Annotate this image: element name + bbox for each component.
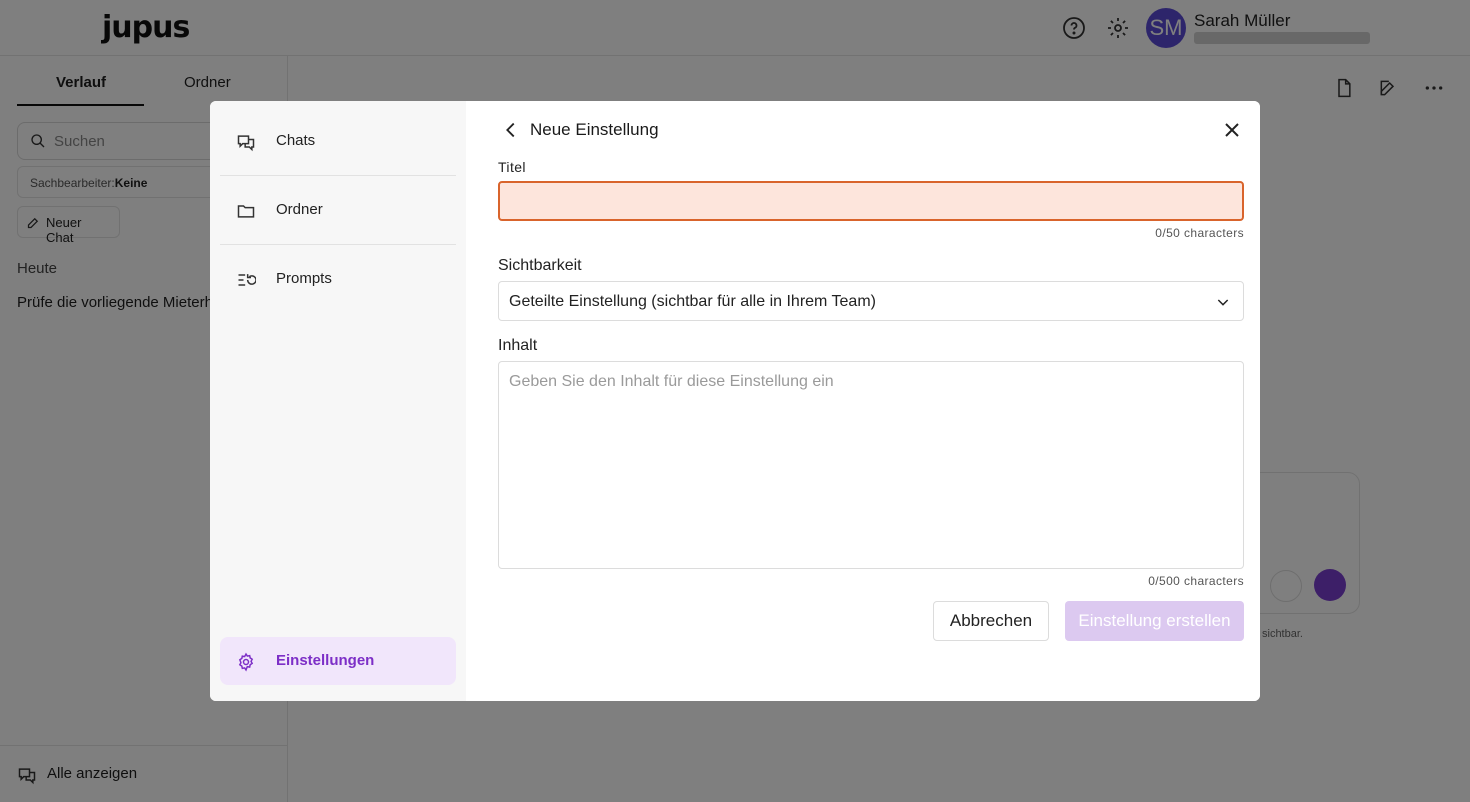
nav-label: Chats: [276, 132, 316, 149]
modal-content: Neue Einstellung Titel 0/50 characters S…: [466, 101, 1260, 701]
title-label: Titel: [498, 159, 526, 175]
modal-title: Neue Einstellung: [530, 120, 659, 139]
settings-modal: Chats Ordner Prompts Einstellungen Neue …: [210, 101, 1260, 701]
title-input[interactable]: [498, 181, 1244, 221]
cancel-button[interactable]: Abbrechen: [933, 601, 1049, 641]
nav-item-chats[interactable]: Chats: [220, 117, 456, 165]
nav-item-einstellungen[interactable]: Einstellungen: [220, 637, 456, 685]
prompts-icon: [238, 274, 256, 286]
modal-nav: Chats Ordner Prompts Einstellungen: [210, 101, 466, 701]
chats-icon: [237, 135, 255, 152]
nav-divider: [220, 244, 456, 245]
nav-label: Einstellungen: [276, 652, 375, 669]
visibility-select[interactable]: Geteilte Einstellung (sichtbar für alle …: [498, 281, 1244, 321]
nav-label: Prompts: [276, 270, 332, 287]
visibility-selected: Geteilte Einstellung (sichtbar für alle …: [509, 293, 876, 310]
visibility-label: Sichtbarkeit: [498, 257, 582, 274]
nav-item-ordner[interactable]: Ordner: [220, 186, 456, 234]
folder-icon: [237, 205, 255, 218]
nav-item-prompts[interactable]: Prompts: [220, 255, 456, 303]
title-counter: 0/50 characters: [1155, 226, 1244, 240]
content-label: Inhalt: [498, 337, 538, 354]
create-setting-button[interactable]: Einstellung erstellen: [1065, 601, 1244, 641]
chevron-down-icon: [1217, 299, 1229, 306]
gear-icon: [238, 652, 254, 672]
content-counter: 0/500 characters: [1148, 574, 1244, 588]
nav-divider: [220, 175, 456, 176]
back-arrow-icon[interactable]: [500, 119, 522, 141]
nav-label: Ordner: [276, 201, 323, 218]
close-icon[interactable]: [1220, 118, 1244, 142]
content-textarea[interactable]: [498, 361, 1244, 569]
